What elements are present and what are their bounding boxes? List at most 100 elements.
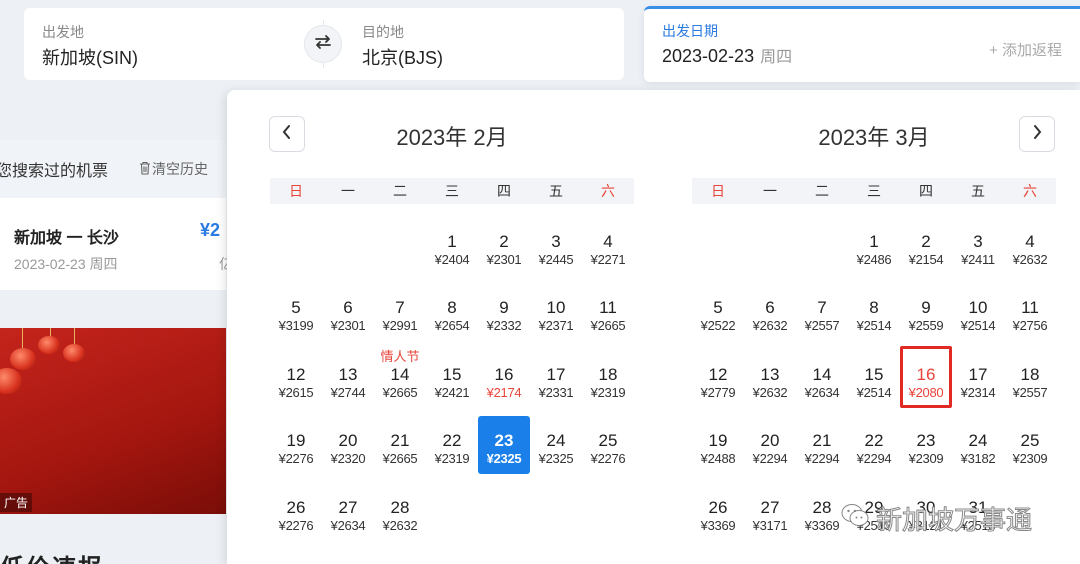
day-cell[interactable]: 13 ¥2632: [744, 364, 796, 430]
day-cell[interactable]: 13 ¥2744: [322, 364, 374, 430]
day-cell[interactable]: 27 ¥2634: [322, 497, 374, 563]
day-cell[interactable]: 9 ¥2332: [478, 297, 530, 363]
ad-tag: 广告: [0, 493, 33, 512]
origin-field[interactable]: 出发地 新加坡(SIN): [24, 8, 324, 80]
day-cell[interactable]: 11 ¥2756: [1004, 297, 1056, 363]
day-cell[interactable]: 20 ¥2294: [744, 430, 796, 496]
lantern-image: [10, 348, 36, 370]
destination-value[interactable]: 北京(BJS): [362, 44, 443, 70]
day-price: ¥2276: [278, 517, 314, 533]
history-item[interactable]: 新加坡 一 长沙 2023-02-23 周四 ¥2 亿: [0, 198, 233, 290]
day-cell[interactable]: 3 ¥2411: [952, 231, 1004, 297]
day-number: 5: [713, 298, 723, 318]
day-cell[interactable]: 20 ¥2320: [322, 430, 374, 496]
day-price: ¥2632: [1012, 252, 1048, 267]
day-number: 17: [968, 364, 988, 384]
day-cell[interactable]: 17 ¥2331: [530, 364, 582, 430]
day-price: ¥2332: [486, 318, 522, 334]
day-cell[interactable]: 26 ¥3369: [692, 497, 744, 563]
day-cell[interactable]: 4 ¥2632: [1004, 231, 1056, 297]
day-cell[interactable]: 21 ¥2665: [374, 430, 426, 496]
day-cell[interactable]: 10 ¥2514: [952, 297, 1004, 363]
day-price: ¥2654: [434, 318, 470, 334]
clear-history-button[interactable]: 清空历史: [138, 159, 208, 179]
day-number: 23: [916, 431, 936, 451]
day-cell[interactable]: 5 ¥2522: [692, 297, 744, 363]
day-number: 13: [760, 364, 780, 384]
day-cell[interactable]: 25 ¥2276: [582, 430, 634, 496]
day-price: ¥2325: [538, 451, 574, 467]
day-cell[interactable]: 14 ¥2634: [796, 364, 848, 430]
day-cell[interactable]: 21 ¥2294: [796, 430, 848, 496]
day-price: ¥2154: [908, 252, 944, 267]
day-cell[interactable]: 6 ¥2632: [744, 297, 796, 363]
day-number: 10: [968, 298, 988, 318]
day-cell[interactable]: 6 ¥2301: [322, 297, 374, 363]
day-number: 26: [708, 497, 728, 517]
day-cell[interactable]: 28 ¥2632: [374, 497, 426, 563]
departure-date-value[interactable]: 2023-02-23 周四: [662, 43, 792, 67]
day-price: ¥2331: [538, 384, 574, 400]
day-cell[interactable]: 18 ¥2319: [582, 364, 634, 430]
day-number: 4: [603, 232, 613, 251]
day-cell[interactable]: 12 ¥2779: [692, 364, 744, 430]
day-cell[interactable]: 22 ¥2294: [848, 430, 900, 496]
day-number: 15: [442, 364, 462, 384]
month-title: 2023年 3月: [818, 125, 930, 150]
day-cell[interactable]: 4 ¥2271: [582, 231, 634, 297]
day-number: 6: [343, 298, 353, 318]
day-cell[interactable]: 1 ¥2404: [426, 231, 478, 297]
day-cell[interactable]: 25 ¥2309: [1004, 430, 1056, 496]
day-cell[interactable]: 18 ¥2557: [1004, 364, 1056, 430]
day-number: 8: [447, 298, 457, 318]
day-number: 12: [286, 364, 306, 384]
day-cell[interactable]: 2 ¥2301: [478, 231, 530, 297]
origin-value[interactable]: 新加坡(SIN): [42, 44, 138, 70]
day-cell[interactable]: 15 ¥2421: [426, 364, 478, 430]
day-cell[interactable]: 12 ¥2615: [270, 364, 322, 430]
day-cell[interactable]: 15 ¥2514: [848, 364, 900, 430]
day-cell[interactable]: 10 ¥2371: [530, 297, 582, 363]
departure-date-label: 出发日期: [662, 23, 718, 39]
day-number: 14: [390, 364, 410, 384]
swap-cities-button[interactable]: [304, 25, 342, 63]
day-number: 2: [499, 232, 509, 251]
day-cell[interactable]: 27 ¥3171: [744, 497, 796, 563]
day-cell[interactable]: 2 ¥2154: [900, 231, 952, 297]
day-cell[interactable]: 17 ¥2314: [952, 364, 1004, 430]
weekday-label: 三: [867, 183, 881, 199]
day-cell[interactable]: 情人节 14 ¥2665: [374, 349, 426, 430]
watermark: 新加坡万事通: [840, 500, 1033, 537]
day-cell[interactable]: 26 ¥2276: [270, 497, 322, 563]
day-price: ¥2488: [700, 451, 736, 467]
add-return-button[interactable]: + 添加返程: [989, 39, 1062, 60]
day-cell-selected[interactable]: 23 ¥2325: [478, 416, 530, 496]
day-cell[interactable]: 24 ¥3182: [952, 430, 1004, 496]
day-cell[interactable]: 8 ¥2654: [426, 297, 478, 363]
day-price: ¥2514: [856, 318, 892, 334]
day-number: 19: [286, 431, 306, 451]
day-cell[interactable]: 1 ¥2486: [848, 231, 900, 297]
day-cell[interactable]: 3 ¥2445: [530, 231, 582, 297]
day-cell[interactable]: 24 ¥2325: [530, 430, 582, 496]
day-cell[interactable]: 19 ¥2276: [270, 430, 322, 496]
clear-history-label: 清空历史: [152, 161, 209, 177]
destination-field[interactable]: 目的地 北京(BJS): [324, 8, 624, 80]
ad-banner[interactable]: 广告: [0, 328, 226, 514]
day-cell-highlighted[interactable]: 16 ¥2080: [900, 345, 952, 430]
day-cell[interactable]: 8 ¥2514: [848, 297, 900, 363]
departure-date-field[interactable]: 出发日期 2023-02-23 周四 + 添加返程: [644, 6, 1080, 82]
day-number: 7: [817, 298, 827, 318]
lantern-image: [0, 368, 22, 394]
day-price: ¥2557: [1012, 384, 1048, 400]
day-number: 24: [968, 431, 988, 451]
day-cell[interactable]: 22 ¥2319: [426, 430, 478, 496]
day-cell[interactable]: 11 ¥2665: [582, 297, 634, 363]
day-price: ¥2486: [856, 252, 892, 267]
day-cell[interactable]: 19 ¥2488: [692, 430, 744, 496]
day-number: 14: [812, 364, 832, 384]
day-cell[interactable]: 23 ¥2309: [900, 430, 952, 496]
day-cell[interactable]: 7 ¥2557: [796, 297, 848, 363]
day-cell[interactable]: 5 ¥3199: [270, 297, 322, 363]
day-number: 8: [869, 298, 879, 318]
